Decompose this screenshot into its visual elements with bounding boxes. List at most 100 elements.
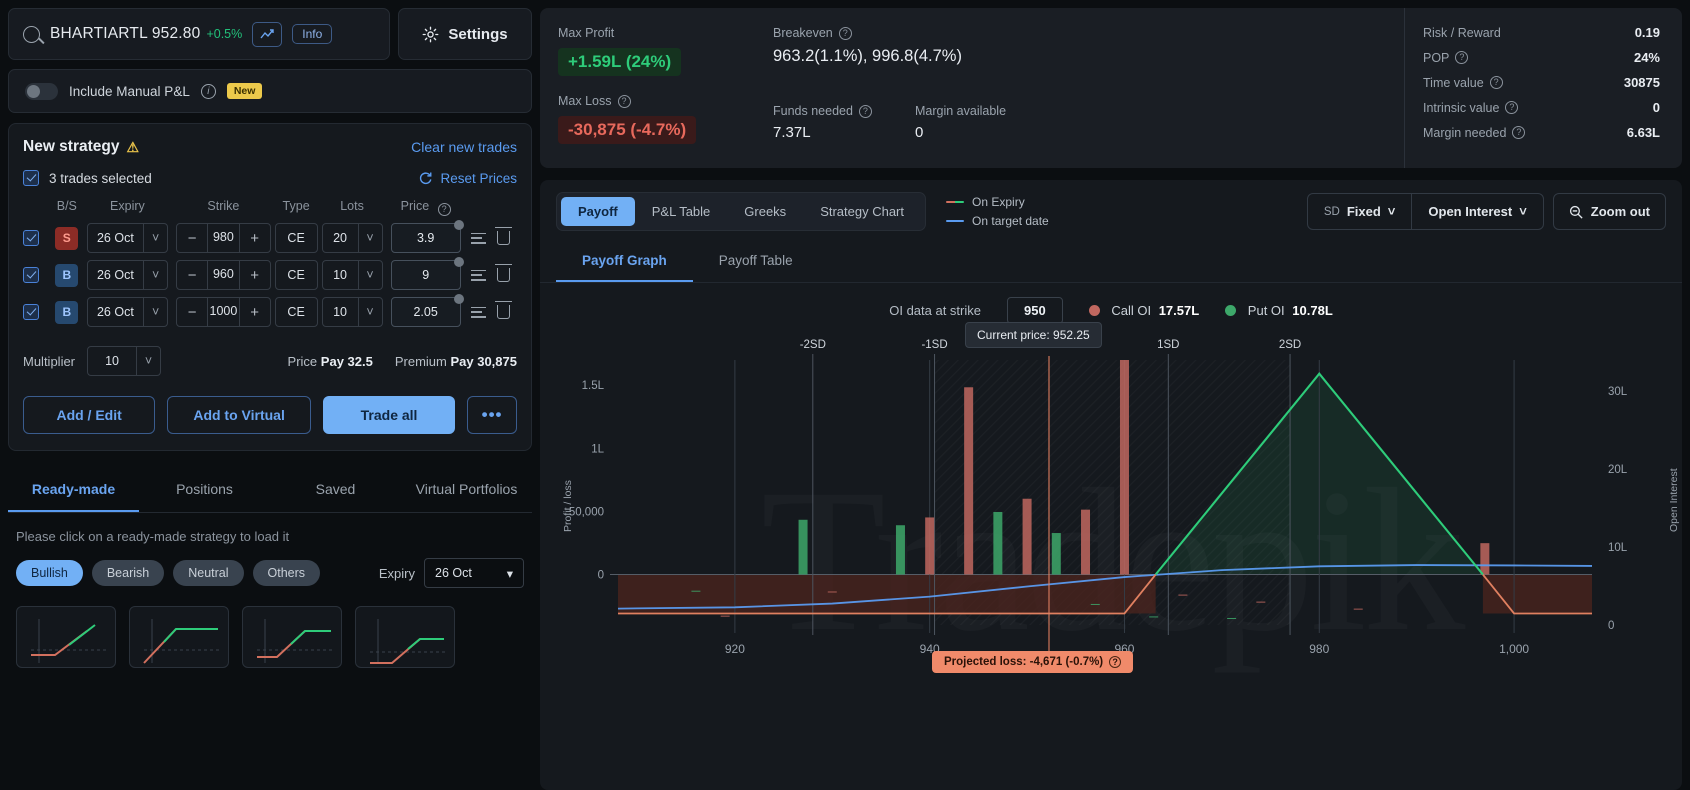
strike-stepper[interactable]: − 960 + <box>176 260 271 290</box>
help-icon[interactable]: ? <box>858 104 872 118</box>
price-input[interactable]: 2.05 <box>390 294 465 327</box>
strike-increment[interactable]: + <box>240 230 270 247</box>
order-options-icon[interactable] <box>471 232 487 244</box>
max-loss-value: -30,875 (-4.7%) <box>558 116 697 144</box>
option-type[interactable]: CE <box>274 223 318 253</box>
strike-decrement[interactable]: − <box>177 304 207 321</box>
zoom-out-label: Zoom out <box>1590 204 1650 219</box>
open-interest-value: Open Interest <box>1428 204 1513 219</box>
chip-bullish[interactable]: Bullish <box>16 560 83 586</box>
expiry-select[interactable]: 26 Oct ˅ <box>86 260 169 290</box>
strike-increment[interactable]: + <box>240 267 270 284</box>
chart-panel: Payoff P&L Table Greeks Strategy Chart O… <box>540 180 1682 790</box>
gear-icon <box>423 26 439 42</box>
clear-new-trades-link[interactable]: Clear new trades <box>411 139 517 155</box>
expiry-select[interactable]: 26 Oct ˅ <box>86 297 169 327</box>
zoom-out-button[interactable]: Zoom out <box>1552 193 1666 230</box>
search-icon <box>23 25 40 43</box>
multiplier-row: Multiplier 10 ˅ Price Pay 32.5 Premium P… <box>23 346 517 376</box>
reset-prices-button[interactable]: Reset Prices <box>418 171 517 186</box>
delete-row-icon[interactable] <box>495 264 513 282</box>
tab-pnl-table[interactable]: P&L Table <box>635 197 728 226</box>
add-to-virtual-button[interactable]: Add to Virtual <box>167 396 311 434</box>
margin-available-value: 0 <box>915 124 924 141</box>
oi-at-strike-value[interactable]: 950 <box>1007 297 1063 324</box>
symbol-search-box[interactable]: BHARTIARTL 952.80 +0.5% Info <box>8 8 390 60</box>
max-profit-value: +1.59L (24%) <box>558 48 682 76</box>
price-input[interactable]: 3.9 <box>390 220 465 253</box>
help-icon[interactable]: ? <box>617 94 631 108</box>
help-icon[interactable]: ? <box>1109 656 1122 668</box>
settings-button[interactable]: Settings <box>398 8 532 60</box>
chip-neutral[interactable]: Neutral <box>173 560 244 586</box>
trade-all-button[interactable]: Trade all <box>322 396 456 434</box>
buy-sell-toggle[interactable]: B <box>55 300 79 324</box>
select-all-wrap[interactable]: 3 trades selected <box>23 170 152 186</box>
lots-select[interactable]: 10 ˅ <box>321 260 383 290</box>
help-icon[interactable]: ? <box>1489 76 1503 89</box>
price-summary: Price Pay 32.5 Premium Pay 30,875 <box>288 354 517 369</box>
metric-label-wrap: Margin needed ? <box>1423 126 1526 140</box>
price-input[interactable]: 9 <box>390 257 465 290</box>
open-interest-select[interactable]: Open Interest ˅ <box>1411 194 1542 229</box>
max-profit-label: Max Profit <box>558 26 615 40</box>
tab-saved[interactable]: Saved <box>270 467 401 512</box>
chip-others[interactable]: Others <box>252 560 321 586</box>
multiplier-select[interactable]: 10 ˅ <box>87 346 162 376</box>
chip-bearish[interactable]: Bearish <box>91 560 165 586</box>
payoff-plot[interactable]: Tradepik 050,0001L1.5L010L20L30L-2SD-1SD… <box>540 322 1682 790</box>
more-options-button[interactable]: ••• <box>467 396 517 434</box>
svg-text:-1SD: -1SD <box>921 339 947 351</box>
strategy-card[interactable] <box>355 606 455 668</box>
option-type[interactable]: CE <box>274 260 318 290</box>
strategy-card[interactable] <box>16 606 116 668</box>
help-icon[interactable]: ? <box>1512 126 1526 139</box>
tab-ready-made[interactable]: Ready-made <box>8 467 139 512</box>
info-icon[interactable]: i <box>200 83 216 99</box>
multiplier-label: Multiplier <box>23 353 76 369</box>
option-type[interactable]: CE <box>274 297 318 327</box>
metric-label: Time value <box>1423 75 1484 90</box>
strategy-card[interactable] <box>129 606 229 668</box>
ready-made-expiry-select[interactable]: 26 Oct ▾ <box>424 558 524 588</box>
info-button[interactable]: Info <box>292 24 333 44</box>
sd-mode-select[interactable]: SD Fixed ˅ <box>1308 194 1412 229</box>
tab-virtual-portfolios[interactable]: Virtual Portfolios <box>401 467 532 512</box>
lots-value: 10 <box>333 268 347 282</box>
buy-sell-toggle[interactable]: B <box>55 263 79 287</box>
add-edit-button[interactable]: Add / Edit <box>23 396 156 434</box>
trend-up-icon[interactable] <box>252 21 283 47</box>
lots-select[interactable]: 10 ˅ <box>321 297 383 327</box>
row-checkbox[interactable] <box>23 267 39 283</box>
help-icon[interactable]: ? <box>437 203 451 216</box>
chart-view-tabs: Payoff P&L Table Greeks Strategy Chart <box>556 192 927 231</box>
svg-text:920: 920 <box>725 642 745 656</box>
delete-row-icon[interactable] <box>495 227 513 245</box>
strike-decrement[interactable]: − <box>177 230 207 247</box>
row-checkbox[interactable] <box>23 304 39 320</box>
help-icon[interactable]: ? <box>1455 51 1469 64</box>
help-icon[interactable]: ? <box>1505 101 1519 114</box>
help-icon[interactable]: ? <box>838 26 852 40</box>
order-options-icon[interactable] <box>471 306 487 318</box>
tab-strategy-chart[interactable]: Strategy Chart <box>803 197 921 226</box>
strike-increment[interactable]: + <box>240 304 270 321</box>
buy-sell-toggle[interactable]: S <box>55 226 79 250</box>
order-options-icon[interactable] <box>471 269 487 281</box>
subtab-payoff-table[interactable]: Payoff Table <box>693 241 819 282</box>
manual-pnl-toggle[interactable] <box>25 82 58 100</box>
tab-positions[interactable]: Positions <box>139 467 270 512</box>
strike-decrement[interactable]: − <box>177 267 207 284</box>
strategy-card[interactable] <box>242 606 342 668</box>
subtab-payoff-graph[interactable]: Payoff Graph <box>556 241 693 282</box>
include-manual-pnl-row[interactable]: Include Manual P&L i New <box>8 69 532 113</box>
select-all-checkbox[interactable] <box>23 170 39 186</box>
row-checkbox[interactable] <box>23 230 39 246</box>
lots-select[interactable]: 20 ˅ <box>321 223 383 253</box>
strike-stepper[interactable]: − 980 + <box>176 223 271 253</box>
strike-stepper[interactable]: − 1000 + <box>176 297 271 327</box>
delete-row-icon[interactable] <box>495 301 513 319</box>
tab-payoff[interactable]: Payoff <box>561 197 635 226</box>
tab-greeks[interactable]: Greeks <box>727 197 803 226</box>
expiry-select[interactable]: 26 Oct ˅ <box>86 223 169 253</box>
